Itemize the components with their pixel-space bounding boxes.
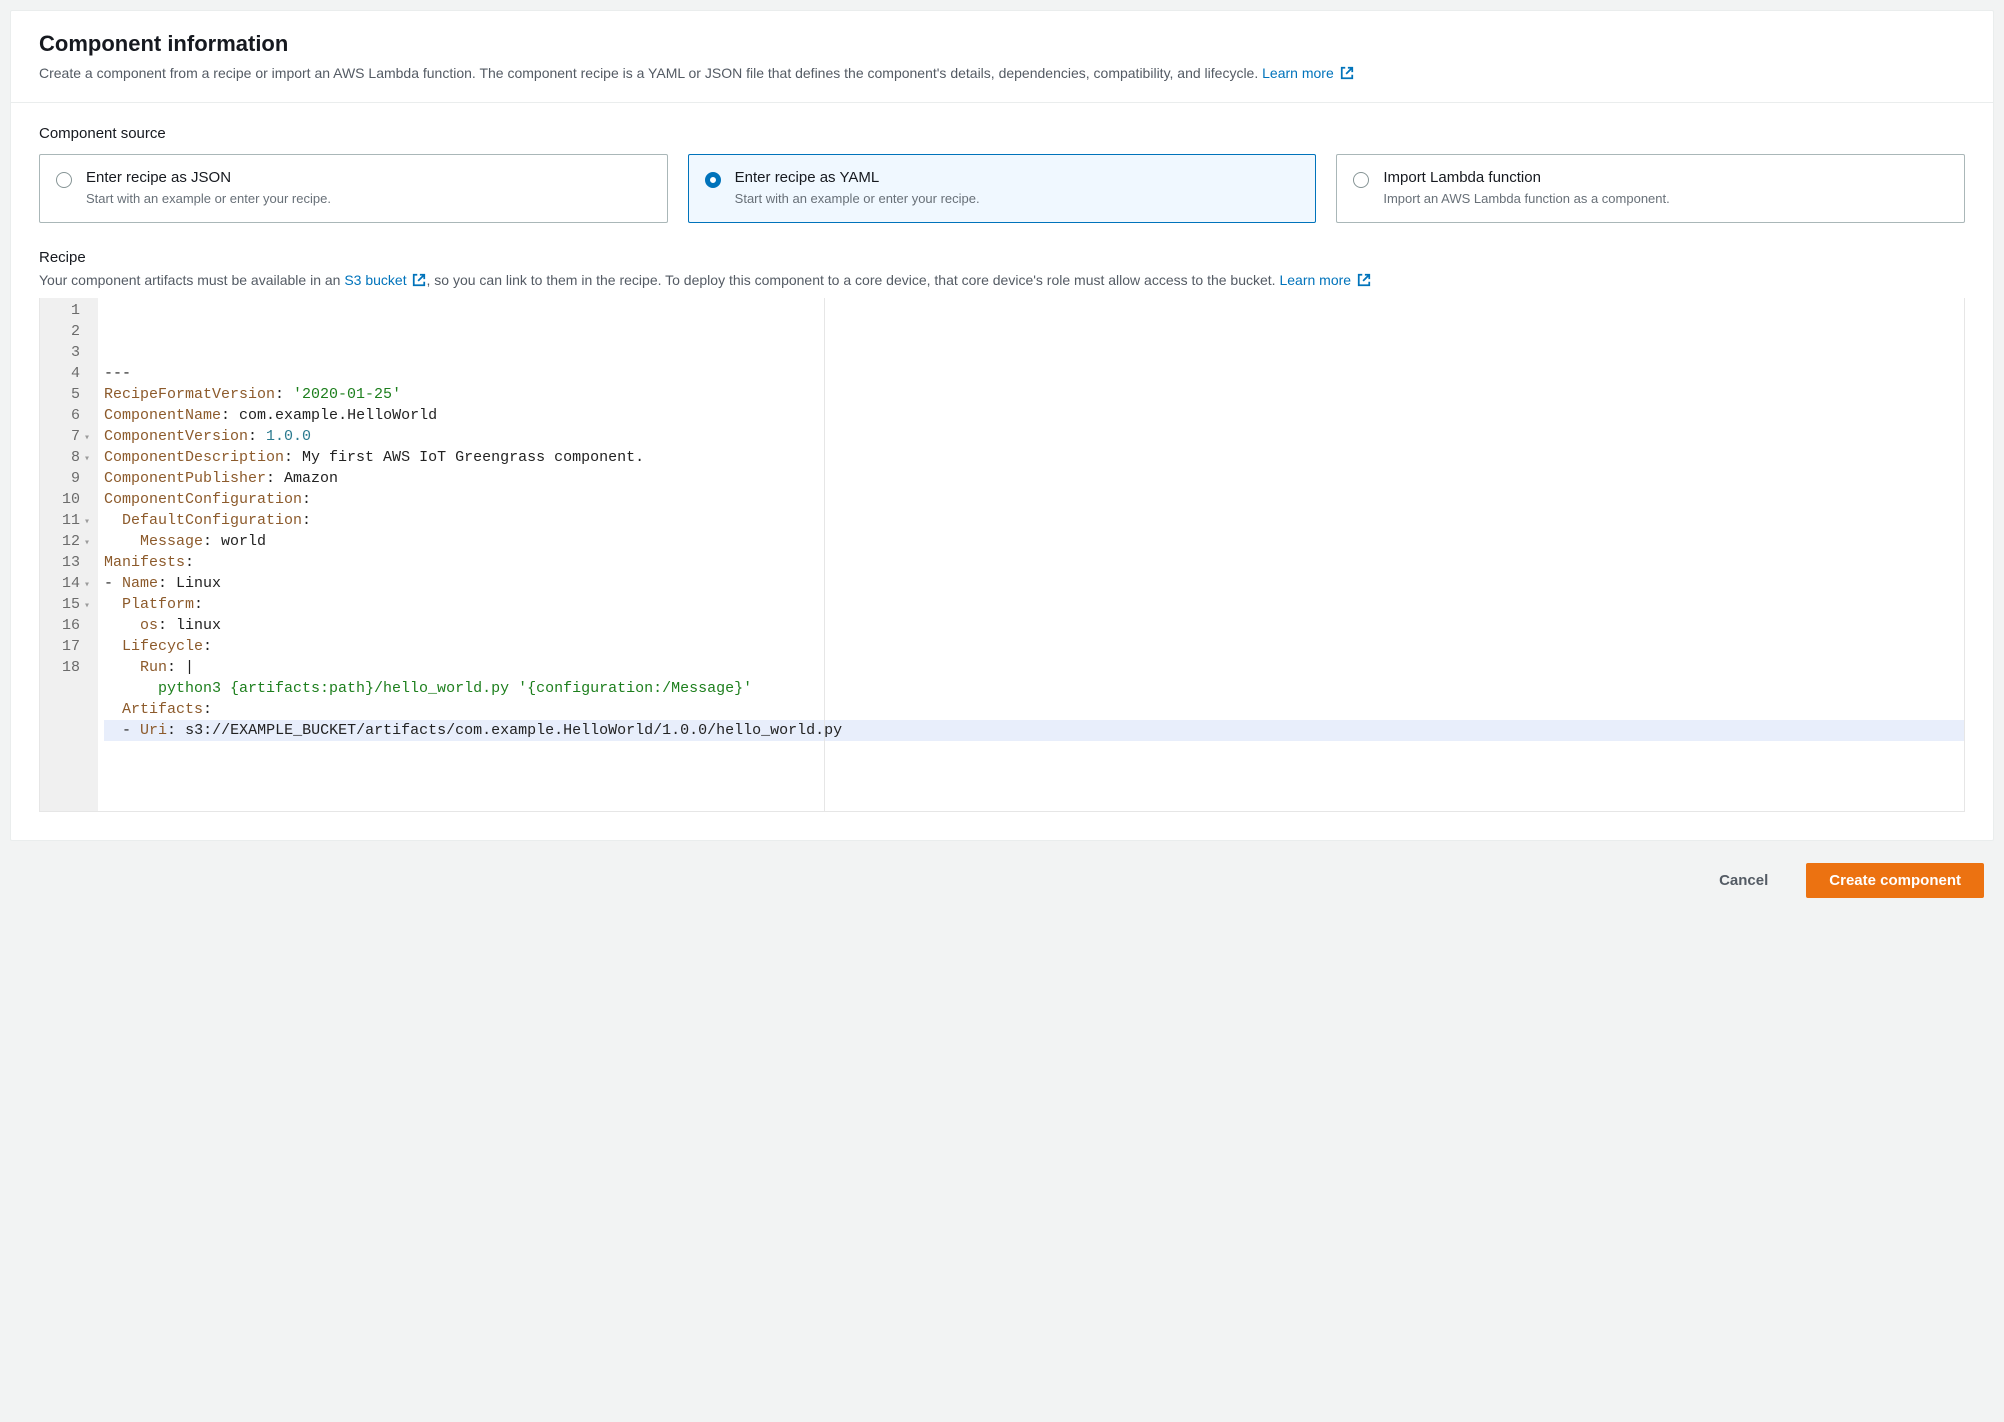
line-number: 11▾ — [50, 510, 90, 531]
line-number: 18 — [50, 657, 90, 678]
panel-title: Component information — [39, 31, 1965, 57]
code-line[interactable]: ComponentVersion: 1.0.0 — [104, 426, 1964, 447]
code-line[interactable]: Lifecycle: — [104, 636, 1964, 657]
component-source-options: Enter recipe as JSON Start with an exampl… — [39, 154, 1965, 223]
code-line[interactable]: ComponentDescription: My first AWS IoT G… — [104, 447, 1964, 468]
line-number: 9 — [50, 468, 90, 489]
radio-icon — [1353, 172, 1369, 188]
panel-description: Create a component from a recipe or impo… — [39, 63, 1965, 84]
code-line[interactable]: - Uri: s3://EXAMPLE_BUCKET/artifacts/com… — [104, 720, 1964, 741]
option-title: Import Lambda function — [1383, 169, 1948, 186]
line-number: 1 — [50, 300, 90, 321]
footer-actions: Cancel Create component — [10, 841, 1994, 912]
line-number: 17 — [50, 636, 90, 657]
line-number: 16 — [50, 615, 90, 636]
cancel-button[interactable]: Cancel — [1697, 864, 1790, 897]
line-number: 13 — [50, 552, 90, 573]
option-title: Enter recipe as JSON — [86, 169, 651, 186]
code-line[interactable]: - Name: Linux — [104, 573, 1964, 594]
code-line[interactable]: ComponentConfiguration: — [104, 489, 1964, 510]
line-number: 14▾ — [50, 573, 90, 594]
option-desc: Start with an example or enter your reci… — [735, 190, 1300, 208]
recipe-section: Recipe Your component artifacts must be … — [39, 249, 1965, 812]
s3-bucket-link[interactable]: S3 bucket — [344, 272, 426, 288]
code-line[interactable]: Platform: — [104, 594, 1964, 615]
code-line[interactable]: os: linux — [104, 615, 1964, 636]
source-option-json[interactable]: Enter recipe as JSON Start with an exampl… — [39, 154, 668, 223]
line-number: 15▾ — [50, 594, 90, 615]
recipe-label: Recipe — [39, 249, 1965, 266]
code-line[interactable]: Message: world — [104, 531, 1964, 552]
option-desc: Start with an example or enter your reci… — [86, 190, 651, 208]
line-number: 5 — [50, 384, 90, 405]
code-line[interactable]: DefaultConfiguration: — [104, 510, 1964, 531]
code-line[interactable]: Manifests: — [104, 552, 1964, 573]
recipe-learn-more-link[interactable]: Learn more — [1279, 272, 1370, 288]
panel-body: Component source Enter recipe as JSON Sta… — [11, 103, 1993, 840]
editor-gutter: 1234567▾8▾91011▾12▾1314▾15▾161718 — [40, 298, 98, 811]
code-line[interactable]: RecipeFormatVersion: '2020-01-25' — [104, 384, 1964, 405]
learn-more-link[interactable]: Learn more — [1262, 65, 1353, 81]
external-link-icon — [1357, 273, 1371, 287]
code-line[interactable]: Artifacts: — [104, 699, 1964, 720]
external-link-icon — [1340, 66, 1354, 80]
component-source-label: Component source — [39, 125, 1965, 142]
line-number: 7▾ — [50, 426, 90, 447]
component-info-panel: Component information Create a component… — [10, 10, 1994, 841]
editor-column-guide — [824, 298, 825, 811]
line-number: 12▾ — [50, 531, 90, 552]
editor-code-area[interactable]: ---RecipeFormatVersion: '2020-01-25'Comp… — [98, 298, 1964, 811]
line-number: 10 — [50, 489, 90, 510]
create-component-button[interactable]: Create component — [1806, 863, 1984, 898]
code-line[interactable]: ComponentPublisher: Amazon — [104, 468, 1964, 489]
line-number: 2 — [50, 321, 90, 342]
radio-icon — [56, 172, 72, 188]
code-line[interactable]: python3 {artifacts:path}/hello_world.py … — [104, 678, 1964, 699]
code-line[interactable]: ComponentName: com.example.HelloWorld — [104, 405, 1964, 426]
line-number: 4 — [50, 363, 90, 384]
line-number: 8▾ — [50, 447, 90, 468]
option-title: Enter recipe as YAML — [735, 169, 1300, 186]
source-option-yaml[interactable]: Enter recipe as YAML Start with an exampl… — [688, 154, 1317, 223]
radio-icon — [705, 172, 721, 188]
source-option-lambda[interactable]: Import Lambda function Import an AWS Lamb… — [1336, 154, 1965, 223]
code-line[interactable]: --- — [104, 363, 1964, 384]
line-number: 6 — [50, 405, 90, 426]
option-desc: Import an AWS Lambda function as a compo… — [1383, 190, 1948, 208]
panel-header: Component information Create a component… — [11, 11, 1993, 103]
external-link-icon — [412, 273, 426, 287]
recipe-code-editor[interactable]: 1234567▾8▾91011▾12▾1314▾15▾161718 ---Rec… — [39, 298, 1965, 812]
line-number: 3 — [50, 342, 90, 363]
code-line[interactable]: Run: | — [104, 657, 1964, 678]
recipe-helper-text: Your component artifacts must be availab… — [39, 270, 1965, 292]
